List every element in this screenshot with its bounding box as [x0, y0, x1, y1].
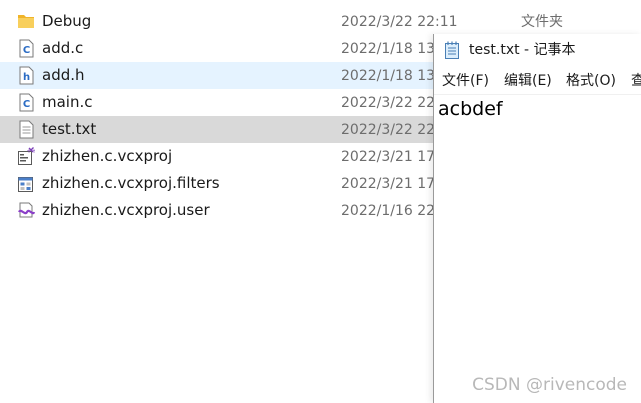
- menu-edit[interactable]: 编辑(E): [504, 72, 552, 90]
- file-name: main.c: [42, 93, 93, 111]
- vcxproj-filters-file-icon: [17, 174, 35, 193]
- file-name: Debug: [42, 12, 92, 30]
- file-date: 2022/3/22 22:11: [341, 14, 458, 30]
- notepad-icon: [443, 40, 461, 60]
- c-source-file-icon: C: [17, 93, 35, 112]
- menu-format[interactable]: 格式(O): [566, 72, 616, 90]
- file-name: zhizhen.c.vcxproj.filters: [42, 174, 220, 192]
- svg-text:h: h: [23, 72, 30, 83]
- notepad-title: test.txt - 记事本: [469, 42, 576, 58]
- file-date: 2022/3/22 22: [341, 122, 436, 138]
- svg-text:C: C: [23, 45, 30, 56]
- text-file-icon: [17, 120, 35, 139]
- file-name: add.c: [42, 39, 84, 57]
- menu-view[interactable]: 查: [631, 72, 641, 90]
- file-name: zhizhen.c.vcxproj: [42, 147, 173, 165]
- file-name: zhizhen.c.vcxproj.user: [42, 201, 210, 219]
- file-name: add.h: [42, 66, 85, 84]
- vcxproj-file-icon: ++: [17, 147, 37, 166]
- h-header-file-icon: h: [17, 66, 35, 85]
- file-date: 2022/3/21 17: [341, 176, 436, 192]
- notepad-menubar: 文件(F) 编辑(E) 格式(O) 查: [434, 70, 641, 92]
- file-name: test.txt: [42, 120, 97, 138]
- menu-file[interactable]: 文件(F): [442, 72, 489, 90]
- notepad-titlebar[interactable]: test.txt - 记事本: [434, 34, 641, 66]
- file-type: 文件夹: [521, 14, 563, 30]
- file-date: 2022/1/18 13: [341, 41, 436, 57]
- file-row-debug[interactable]: Debug 2022/3/22 22:11 文件夹: [0, 8, 641, 35]
- svg-text:++: ++: [26, 148, 35, 155]
- vcxproj-user-file-icon: [17, 201, 36, 220]
- c-source-file-icon: C: [17, 39, 35, 58]
- folder-icon: [17, 12, 35, 31]
- svg-text:C: C: [23, 99, 30, 110]
- notepad-window[interactable]: test.txt - 记事本 文件(F) 编辑(E) 格式(O) 查 acbde…: [433, 34, 641, 403]
- file-date: 2022/1/18 13: [341, 68, 436, 84]
- file-date: 2022/1/16 22: [341, 203, 436, 219]
- watermark: CSDN @rivencode: [472, 375, 627, 395]
- notepad-editor[interactable]: acbdef: [434, 94, 641, 403]
- file-date: 2022/3/22 22: [341, 95, 436, 111]
- notepad-content: acbdef: [438, 98, 503, 120]
- file-date: 2022/3/21 17: [341, 149, 436, 165]
